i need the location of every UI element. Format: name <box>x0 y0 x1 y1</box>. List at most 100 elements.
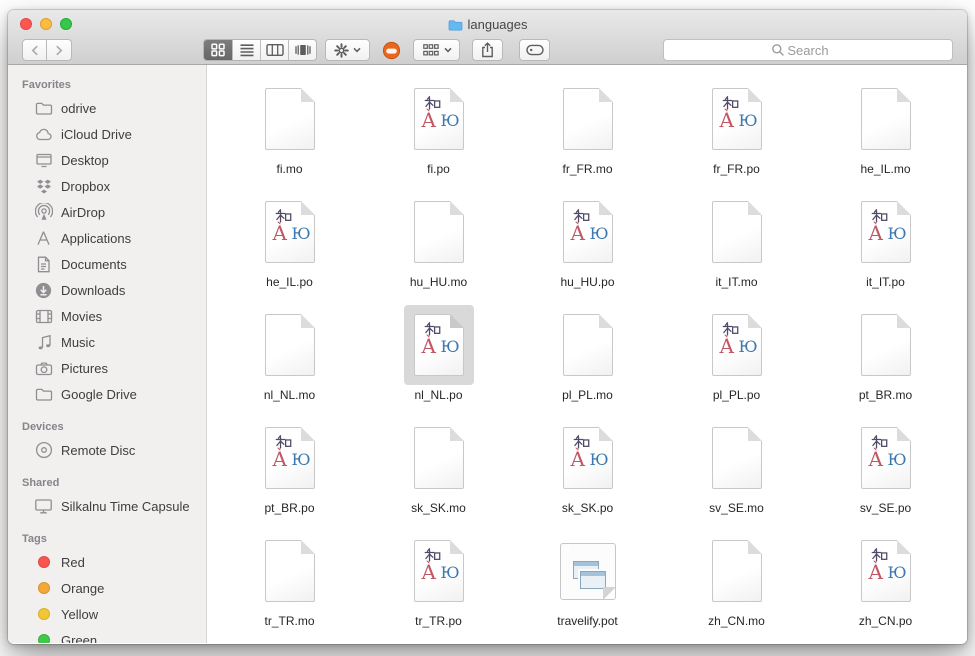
cyrillic-glyph: Ю <box>590 226 609 242</box>
sidebar-item-applications[interactable]: Applications <box>8 225 206 251</box>
cyrillic-glyph: Ю <box>292 452 311 468</box>
file-fi-mo[interactable]: fi.mo <box>215 79 364 192</box>
cyrillic-glyph: Ю <box>739 113 758 129</box>
file-pl-pl-mo[interactable]: pl_PL.mo <box>513 305 662 418</box>
tags-button[interactable] <box>519 39 550 61</box>
forward-button[interactable] <box>47 39 72 61</box>
file-nl-nl-po[interactable]: ÀЮnl_NL.po <box>364 305 513 418</box>
sidebar-item-label: Downloads <box>61 283 125 298</box>
file-sk-sk-mo[interactable]: sk_SK.mo <box>364 418 513 531</box>
file-icon-wrap: ÀЮ <box>851 531 921 611</box>
share-button[interactable] <box>472 39 503 61</box>
sidebar-item-pictures[interactable]: Pictures <box>8 355 206 381</box>
file-zh-cn-po[interactable]: ÀЮzh_CN.po <box>811 531 960 644</box>
search-input[interactable] <box>663 39 953 61</box>
mo-file-icon <box>861 88 911 150</box>
page-fold <box>301 88 315 102</box>
file-pt-br-mo[interactable]: pt_BR.mo <box>811 305 960 418</box>
mo-file-icon <box>712 540 762 602</box>
page-fold <box>897 540 911 554</box>
toolbar <box>8 37 967 63</box>
file-fr-fr-mo[interactable]: fr_FR.mo <box>513 79 662 192</box>
latin-glyph: À <box>273 223 287 243</box>
file-sk-sk-po[interactable]: ÀЮsk_SK.po <box>513 418 662 531</box>
file-zh-cn-mo[interactable]: zh_CN.mo <box>662 531 811 644</box>
chevron-down-icon <box>444 47 452 53</box>
sidebar-item-airdrop[interactable]: AirDrop <box>8 199 206 225</box>
sidebar-item-odrive[interactable]: odrive <box>8 95 206 121</box>
file-icon-wrap: ÀЮ <box>702 79 772 159</box>
file-tr-tr-po[interactable]: ÀЮtr_TR.po <box>364 531 513 644</box>
cyrillic-glyph: Ю <box>888 565 907 581</box>
file-label: zh_CN.mo <box>702 613 771 629</box>
sidebar-item-label: Yellow <box>61 607 98 622</box>
arrange-menu-button[interactable] <box>413 39 460 61</box>
sidebar-item-icloud-drive[interactable]: iCloud Drive <box>8 121 206 147</box>
page-fold <box>301 201 315 215</box>
mo-file-icon <box>712 201 762 263</box>
file-hu-hu-mo[interactable]: hu_HU.mo <box>364 192 513 305</box>
window-body: FavoritesodriveiCloud DriveDesktopDropbo… <box>8 65 967 643</box>
sidebar-item-movies[interactable]: Movies <box>8 303 206 329</box>
file-label: pt_BR.po <box>258 500 320 516</box>
page-fold <box>748 314 762 328</box>
file-fi-po[interactable]: ÀЮfi.po <box>364 79 513 192</box>
file-pt-br-po[interactable]: ÀЮpt_BR.po <box>215 418 364 531</box>
sidebar-item-dropbox[interactable]: Dropbox <box>8 173 206 199</box>
file-hu-hu-po[interactable]: ÀЮhu_HU.po <box>513 192 662 305</box>
coverflow-view-button[interactable] <box>288 40 316 60</box>
sidebar-item-google-drive[interactable]: Google Drive <box>8 381 206 407</box>
file-icon-wrap <box>255 531 325 611</box>
file-it-it-mo[interactable]: it_IT.mo <box>662 192 811 305</box>
file-travelify-pot[interactable]: Ptravelify.pot <box>513 531 662 644</box>
file-icon-wrap <box>553 79 623 159</box>
file-icon-wrap: ÀЮ <box>404 305 474 385</box>
icon-view-button[interactable] <box>204 40 232 60</box>
file-it-it-po[interactable]: ÀЮit_IT.po <box>811 192 960 305</box>
sidebar-item-red[interactable]: Red <box>8 549 206 575</box>
file-sv-se-mo[interactable]: sv_SE.mo <box>662 418 811 531</box>
tag-dot-icon <box>34 631 53 644</box>
sidebar-item-label: Dropbox <box>61 179 110 194</box>
action-menu-button[interactable] <box>325 39 370 61</box>
airdrop-icon <box>34 203 53 222</box>
page-fold <box>748 540 762 554</box>
sidebar-item-silkalnu-time-capsule[interactable]: Silkalnu Time Capsule <box>8 493 206 519</box>
file-label: it_IT.mo <box>709 274 763 290</box>
sidebar-item-downloads[interactable]: Downloads <box>8 277 206 303</box>
file-icon-wrap <box>255 79 325 159</box>
page-fold <box>603 587 616 600</box>
file-icon-wrap <box>702 531 772 611</box>
sidebar-section-tags: Tags <box>8 529 206 549</box>
odrive-toolbar-button[interactable] <box>381 40 401 60</box>
list-view-button[interactable] <box>232 40 260 60</box>
column-view-button[interactable] <box>260 40 288 60</box>
sidebar-item-label: Silkalnu Time Capsule <box>61 499 190 514</box>
chevron-down-icon <box>353 47 361 53</box>
sidebar-item-label: Remote Disc <box>61 443 135 458</box>
cyrillic-glyph: Ю <box>292 226 311 242</box>
file-tr-tr-mo[interactable]: tr_TR.mo <box>215 531 364 644</box>
sidebar-item-green[interactable]: Green <box>8 627 206 643</box>
sidebar-item-remote-disc[interactable]: Remote Disc <box>8 437 206 463</box>
sidebar-item-orange[interactable]: Orange <box>8 575 206 601</box>
sidebar-item-music[interactable]: Music <box>8 329 206 355</box>
file-fr-fr-po[interactable]: ÀЮfr_FR.po <box>662 79 811 192</box>
file-he-il-po[interactable]: ÀЮhe_IL.po <box>215 192 364 305</box>
file-nl-nl-mo[interactable]: nl_NL.mo <box>215 305 364 418</box>
mo-file-icon <box>861 314 911 376</box>
cyrillic-glyph: Ю <box>888 226 907 242</box>
file-he-il-mo[interactable]: he_IL.mo <box>811 79 960 192</box>
sidebar-item-desktop[interactable]: Desktop <box>8 147 206 173</box>
sidebar-item-label: Movies <box>61 309 102 324</box>
camera-icon <box>34 359 53 378</box>
sidebar-item-yellow[interactable]: Yellow <box>8 601 206 627</box>
sidebar: FavoritesodriveiCloud DriveDesktopDropbo… <box>8 65 207 643</box>
sidebar-item-label: Desktop <box>61 153 109 168</box>
file-sv-se-po[interactable]: ÀЮsv_SE.po <box>811 418 960 531</box>
page-fold <box>301 314 315 328</box>
file-pl-pl-po[interactable]: ÀЮpl_PL.po <box>662 305 811 418</box>
page-fold <box>748 427 762 441</box>
back-button[interactable] <box>22 39 47 61</box>
sidebar-item-documents[interactable]: Documents <box>8 251 206 277</box>
